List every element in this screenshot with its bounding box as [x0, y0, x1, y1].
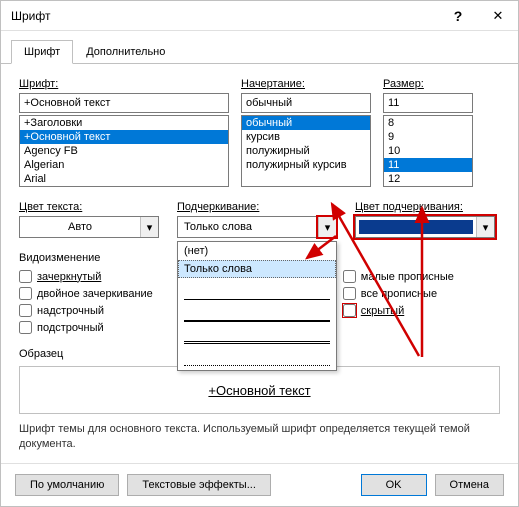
- help-button[interactable]: ?: [438, 1, 478, 31]
- defaults-button[interactable]: По умолчанию: [15, 474, 119, 496]
- underline-color-combo[interactable]: ▾: [355, 216, 495, 238]
- underline-combo[interactable]: Только слова ▾: [177, 216, 337, 238]
- checkbox[interactable]: [19, 321, 32, 334]
- checkbox[interactable]: [19, 304, 32, 317]
- underline-dropdown[interactable]: (нет) Только слова: [177, 241, 337, 371]
- checkbox[interactable]: [343, 270, 356, 283]
- chevron-down-icon[interactable]: ▾: [140, 217, 158, 237]
- text-color-label: Цвет текста:: [19, 201, 159, 213]
- size-listbox[interactable]: 8 9 10 11 12: [383, 115, 473, 187]
- underline-sample-dotted[interactable]: [184, 350, 330, 366]
- underline-sample-double[interactable]: [184, 328, 330, 344]
- list-item[interactable]: Agency FB: [20, 144, 228, 158]
- close-button[interactable]: ✕: [478, 1, 518, 31]
- check-strikethrough[interactable]: зачеркнутый: [19, 270, 153, 283]
- checkbox[interactable]: [19, 270, 32, 283]
- color-swatch: [359, 220, 473, 234]
- list-item[interactable]: курсив: [242, 130, 370, 144]
- size-label: Размер:: [383, 78, 473, 90]
- help-icon: ?: [454, 8, 463, 24]
- chevron-down-icon[interactable]: ▾: [476, 217, 494, 237]
- dialog-footer: По умолчанию Текстовые эффекты... OK Отм…: [1, 463, 518, 506]
- check-hidden[interactable]: скрытый: [343, 304, 454, 317]
- text-color-combo[interactable]: Авто ▾: [19, 216, 159, 238]
- check-allcaps[interactable]: все прописные: [343, 287, 454, 300]
- close-icon: ✕: [493, 8, 504, 24]
- font-row: Шрифт: +Заголовки +Основной текст Agency…: [19, 78, 500, 187]
- cancel-button[interactable]: Отмена: [435, 474, 504, 496]
- ok-button[interactable]: OK: [361, 474, 427, 496]
- dropdown-item-words-only[interactable]: Только слова: [178, 260, 336, 278]
- list-item[interactable]: +Основной текст: [20, 130, 228, 144]
- font-listbox[interactable]: +Заголовки +Основной текст Agency FB Alg…: [19, 115, 229, 187]
- description-text: Шрифт темы для основного текста. Использ…: [19, 422, 500, 452]
- list-item[interactable]: полужирный: [242, 144, 370, 158]
- list-item[interactable]: полужирный курсив: [242, 158, 370, 172]
- list-item[interactable]: 12: [384, 172, 472, 186]
- check-smallcaps[interactable]: малые прописные: [343, 270, 454, 283]
- text-effects-button[interactable]: Текстовые эффекты...: [127, 474, 271, 496]
- list-item[interactable]: 8: [384, 116, 472, 130]
- underline-sample-single[interactable]: [184, 284, 330, 300]
- list-item[interactable]: обычный: [242, 116, 370, 130]
- checkbox[interactable]: [19, 287, 32, 300]
- font-input[interactable]: [19, 93, 229, 113]
- underline-value: Только слова: [178, 217, 318, 237]
- chevron-down-icon[interactable]: ▾: [318, 217, 336, 237]
- checkbox[interactable]: [343, 287, 356, 300]
- color-row: Цвет текста: Авто ▾ Подчеркивание: Тольк…: [19, 201, 500, 238]
- check-subscript[interactable]: подстрочный: [19, 321, 153, 334]
- size-input[interactable]: [383, 93, 473, 113]
- style-input[interactable]: [241, 93, 371, 113]
- text-color-value: Авто: [20, 217, 140, 237]
- list-item[interactable]: Algerian: [20, 158, 228, 172]
- titlebar: Шрифт ? ✕: [1, 1, 518, 31]
- tab-advanced[interactable]: Дополнительно: [73, 40, 178, 64]
- list-item[interactable]: +Заголовки: [20, 116, 228, 130]
- check-superscript[interactable]: надстрочный: [19, 304, 153, 317]
- underline-label: Подчеркивание:: [177, 201, 337, 213]
- font-label: Шрифт:: [19, 78, 229, 90]
- preview-box: +Основной текст: [19, 366, 500, 414]
- font-dialog: Шрифт ? ✕ Шрифт Дополнительно Шрифт: +За…: [0, 0, 519, 507]
- tab-strip: Шрифт Дополнительно: [1, 31, 518, 64]
- preview-text: +Основной текст: [208, 383, 310, 398]
- style-listbox[interactable]: обычный курсив полужирный полужирный кур…: [241, 115, 371, 187]
- list-item[interactable]: Arial: [20, 172, 228, 186]
- dropdown-item-none[interactable]: (нет): [178, 242, 336, 260]
- underline-color-label: Цвет подчеркивания:: [355, 201, 495, 213]
- list-item[interactable]: 11: [384, 158, 472, 172]
- underline-sample-thick[interactable]: [184, 306, 330, 322]
- style-label: Начертание:: [241, 78, 371, 90]
- list-item[interactable]: 9: [384, 130, 472, 144]
- check-double-strike[interactable]: двойное зачеркивание: [19, 287, 153, 300]
- list-item[interactable]: 10: [384, 144, 472, 158]
- dialog-body: Шрифт: +Заголовки +Основной текст Agency…: [1, 64, 518, 463]
- tab-font[interactable]: Шрифт: [11, 40, 73, 64]
- dialog-title: Шрифт: [11, 9, 438, 23]
- checkbox[interactable]: [343, 304, 356, 317]
